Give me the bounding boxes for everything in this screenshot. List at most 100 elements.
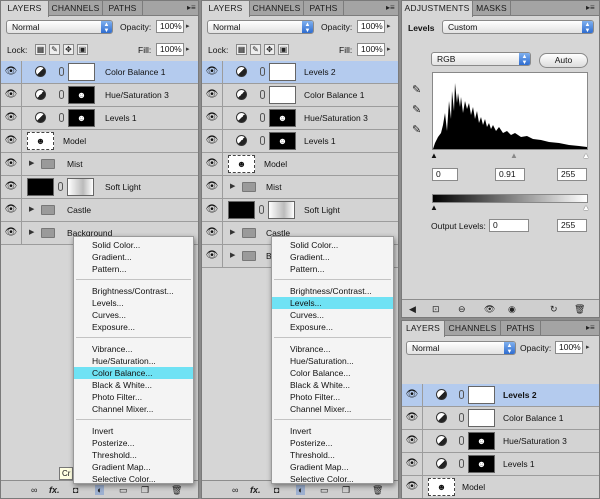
eye-icon[interactable]: 👁: [1, 153, 22, 175]
gray-eyedropper-icon[interactable]: ✎: [412, 103, 421, 116]
menu-item[interactable]: Hue/Saturation...: [272, 355, 393, 367]
layer-row[interactable]: 👁 ☻ Levels 1: [1, 107, 198, 130]
opacity-slider-arrow-icon[interactable]: ▸: [586, 341, 594, 354]
tab-paths[interactable]: PATHS: [501, 321, 541, 336]
menu-item[interactable]: Exposure...: [272, 321, 393, 333]
lock-move-icon[interactable]: ✥: [264, 44, 275, 55]
tab-layers[interactable]: LAYERS: [1, 1, 49, 17]
layer-thumbnail[interactable]: [27, 178, 54, 196]
layer-row[interactable]: 👁 ☻ Hue/Saturation 3: [1, 84, 198, 107]
menu-item[interactable]: Black & White...: [272, 379, 393, 391]
eye-icon[interactable]: 👁: [202, 107, 223, 129]
layer-row[interactable]: 👁 ☻ Hue/Saturation 3: [402, 430, 599, 453]
opacity-slider-arrow-icon[interactable]: ▸: [186, 20, 194, 33]
menu-item[interactable]: Vibrance...: [272, 343, 393, 355]
layer-thumbnail[interactable]: [228, 201, 255, 219]
tab-masks[interactable]: MASKS: [473, 1, 511, 16]
menu-item[interactable]: Exposure...: [74, 321, 193, 333]
panel-menu-icon[interactable]: ▸≡: [586, 323, 595, 332]
menu-item[interactable]: Solid Color...: [272, 239, 393, 251]
tab-paths[interactable]: PATHS: [304, 1, 344, 16]
white-eyedropper-icon[interactable]: ✎: [412, 123, 421, 136]
disclosure-triangle-icon[interactable]: ▶: [230, 222, 235, 244]
link-icon[interactable]: ∞: [232, 485, 238, 495]
eye-icon[interactable]: 👁: [202, 222, 223, 244]
layer-row[interactable]: 👁 Soft Light: [202, 199, 398, 222]
opacity-field[interactable]: 100%: [357, 20, 385, 33]
layer-mask-thumbnail[interactable]: ☻: [269, 132, 296, 150]
eye-icon[interactable]: 👁: [202, 130, 223, 152]
opacity-field[interactable]: 100%: [555, 341, 583, 354]
eye-icon[interactable]: 👁: [202, 153, 223, 175]
menu-item[interactable]: Pattern...: [74, 263, 193, 275]
lock-paint-icon[interactable]: ✎: [250, 44, 261, 55]
layer-mask-thumbnail[interactable]: ☻: [68, 86, 95, 104]
output-white-field[interactable]: 255: [557, 219, 587, 232]
disclosure-triangle-icon[interactable]: ▶: [29, 153, 34, 175]
tab-channels[interactable]: CHANNELS: [445, 321, 501, 336]
mask-icon[interactable]: ◘: [274, 485, 279, 495]
output-black-slider[interactable]: ▲: [430, 204, 438, 212]
input-black-slider[interactable]: ▲: [430, 152, 438, 160]
layer-row[interactable]: 👁 ☻ Levels 1: [202, 130, 398, 153]
eye-icon[interactable]: 👁: [402, 407, 423, 429]
menu-item-highlighted[interactable]: Levels...: [272, 297, 393, 309]
auto-button[interactable]: Auto: [539, 53, 588, 68]
mask-icon[interactable]: ◘: [73, 485, 78, 495]
layer-mask-thumbnail[interactable]: [468, 386, 495, 404]
menu-item[interactable]: Levels...: [74, 297, 193, 309]
layer-row[interactable]: 👁 ☻ Model: [402, 476, 599, 498]
menu-item[interactable]: Threshold...: [272, 449, 393, 461]
tab-channels[interactable]: CHANNELS: [250, 1, 304, 16]
layer-row[interactable]: 👁 Levels 2: [402, 384, 599, 407]
fill-field[interactable]: 100%: [357, 43, 385, 56]
menu-item[interactable]: Hue/Saturation...: [74, 355, 193, 367]
layer-row[interactable]: 👁 ▶ Mist: [1, 153, 198, 176]
lock-transparent-icon[interactable]: ▦: [35, 44, 46, 55]
new-layer-icon[interactable]: ❐: [141, 485, 149, 496]
eye-icon[interactable]: 👁: [402, 453, 423, 475]
layer-mask-thumbnail[interactable]: [67, 178, 94, 196]
menu-item[interactable]: Invert: [74, 425, 193, 437]
lock-move-icon[interactable]: ✥: [63, 44, 74, 55]
menu-item[interactable]: Channel Mixer...: [74, 403, 193, 415]
menu-item[interactable]: Threshold...: [74, 449, 193, 461]
layer-mask-thumbnail[interactable]: ☻: [68, 109, 95, 127]
tab-adjustments[interactable]: ADJUSTMENTS: [402, 1, 473, 17]
menu-item[interactable]: Selective Color...: [272, 473, 393, 485]
eye-icon[interactable]: 👁: [202, 199, 223, 221]
menu-item-highlighted[interactable]: Color Balance...: [74, 367, 193, 379]
tab-layers[interactable]: LAYERS: [402, 321, 445, 337]
lock-all-icon[interactable]: ▣: [278, 44, 289, 55]
menu-item[interactable]: Gradient Map...: [74, 461, 193, 473]
menu-item[interactable]: Color Balance...: [272, 367, 393, 379]
layer-row[interactable]: 👁 Levels 2: [202, 61, 398, 84]
eye-icon[interactable]: 👁: [202, 84, 223, 106]
eye-icon[interactable]: 👁: [1, 199, 22, 221]
layer-row[interactable]: 👁 ☻ Model: [1, 130, 198, 153]
fill-field[interactable]: 100%: [156, 43, 184, 56]
menu-item[interactable]: Black & White...: [74, 379, 193, 391]
tab-layers[interactable]: LAYERS: [202, 1, 250, 17]
eye-icon[interactable]: 👁: [402, 384, 423, 406]
layer-row[interactable]: 👁 Color Balance 1: [1, 61, 198, 84]
lock-paint-icon[interactable]: ✎: [49, 44, 60, 55]
adjustment-icon[interactable]: ◐: [296, 485, 306, 495]
eye-icon[interactable]: 👁: [402, 476, 423, 498]
layer-thumbnail[interactable]: ☻: [228, 155, 255, 173]
layer-mask-thumbnail[interactable]: [68, 63, 95, 81]
layer-row[interactable]: 👁 Soft Light: [1, 176, 198, 199]
layer-mask-thumbnail[interactable]: [468, 409, 495, 427]
layer-row[interactable]: 👁 ☻ Model: [202, 153, 398, 176]
visibility-icon[interactable]: 👁: [484, 304, 495, 315]
panel-menu-icon[interactable]: ▸≡: [187, 3, 196, 12]
output-black-field[interactable]: 0: [489, 219, 529, 232]
opacity-field[interactable]: 100%: [156, 20, 184, 33]
menu-item[interactable]: Gradient...: [272, 251, 393, 263]
menu-item[interactable]: Invert: [272, 425, 393, 437]
layer-mask-thumbnail[interactable]: ☻: [468, 432, 495, 450]
blend-mode-select[interactable]: Normal ▲ ▼: [406, 341, 516, 355]
eye-icon[interactable]: 👁: [1, 107, 22, 129]
output-white-slider[interactable]: ▲: [582, 204, 590, 212]
layer-thumbnail[interactable]: ☻: [428, 478, 455, 496]
